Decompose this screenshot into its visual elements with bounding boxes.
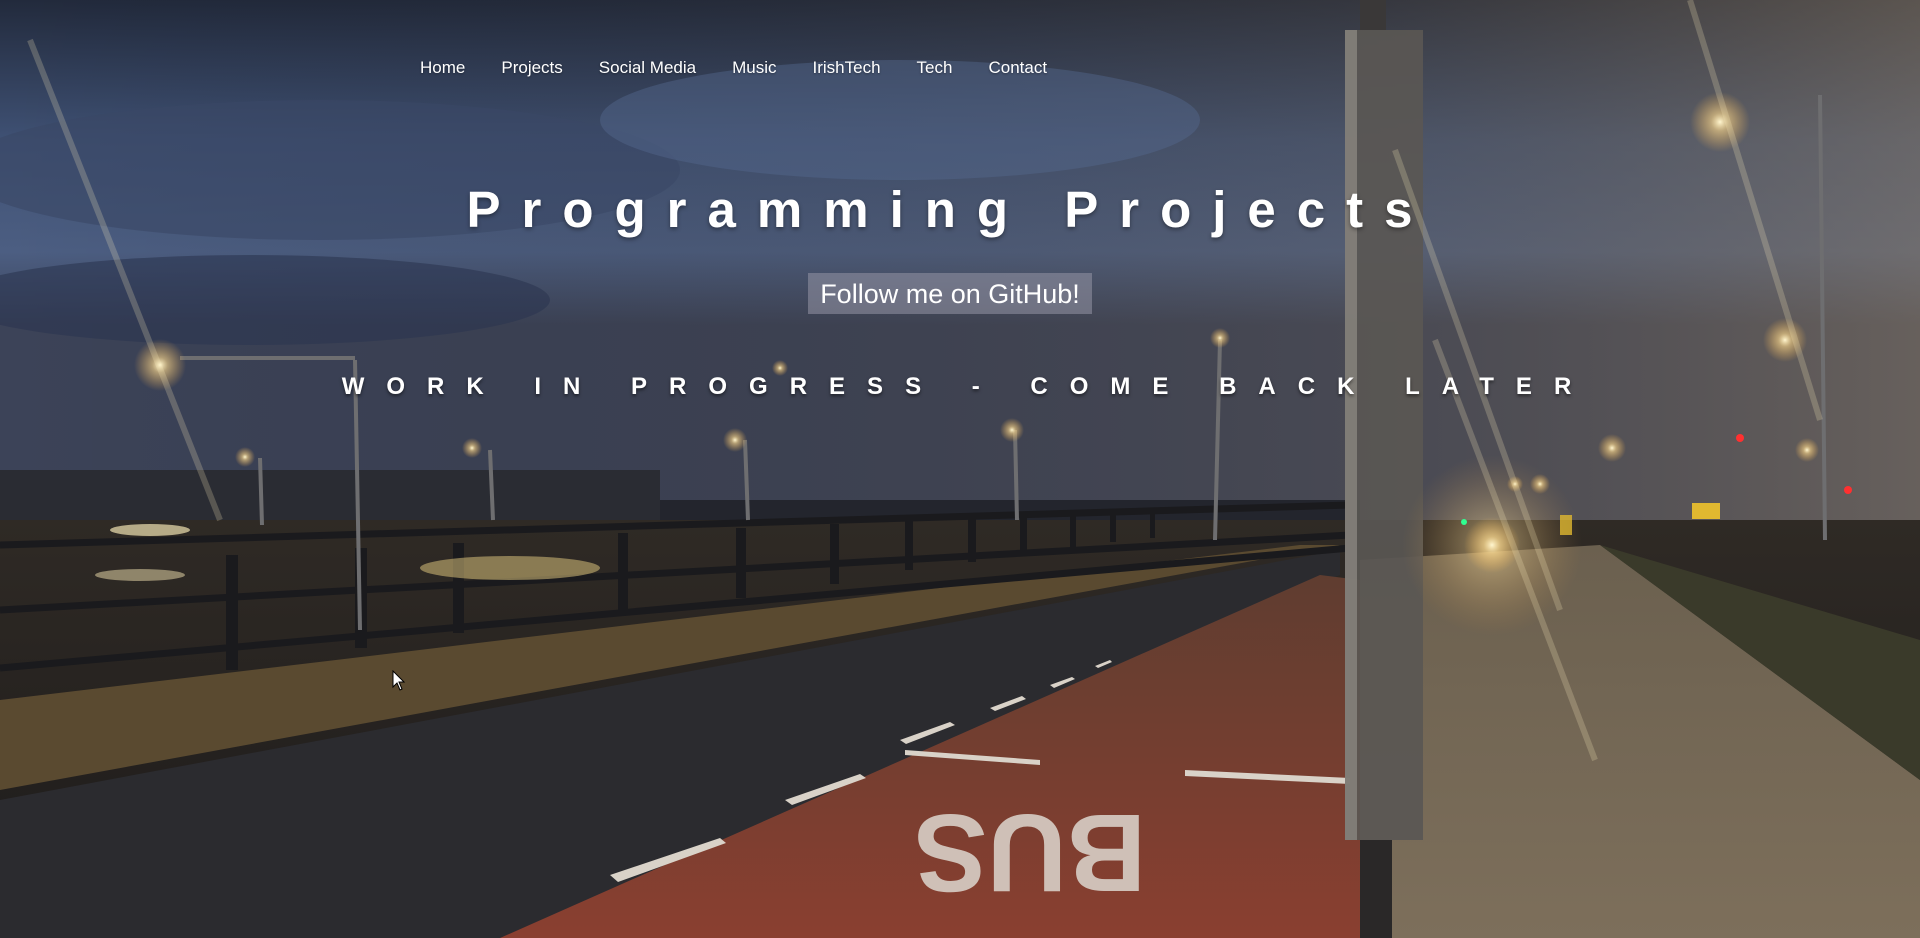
nav-tech-link[interactable]: Tech [917, 58, 953, 78]
background-photo: BUS [0, 0, 1920, 938]
nav-music-link[interactable]: Music [732, 58, 776, 78]
mouse-cursor-icon [392, 670, 406, 691]
page: BUS Home Projects Social Media Music Iri… [0, 0, 1920, 938]
nav-irishtech-link[interactable]: IrishTech [813, 58, 881, 78]
nav-projects-link[interactable]: Projects [501, 58, 562, 78]
work-in-progress-notice: WORK IN PROGRESS - COME BACK LATER [341, 373, 1594, 400]
svg-text:BUS: BUS [914, 791, 1146, 914]
github-follow-button[interactable]: Follow me on GitHub! [808, 273, 1092, 314]
page-title: Programming Projects [466, 181, 1434, 238]
nav-social-media-link[interactable]: Social Media [599, 58, 696, 78]
nav-home-link[interactable]: Home [420, 58, 465, 78]
nav-contact-link[interactable]: Contact [988, 58, 1047, 78]
main-nav: Home Projects Social Media Music IrishTe… [420, 58, 1083, 78]
